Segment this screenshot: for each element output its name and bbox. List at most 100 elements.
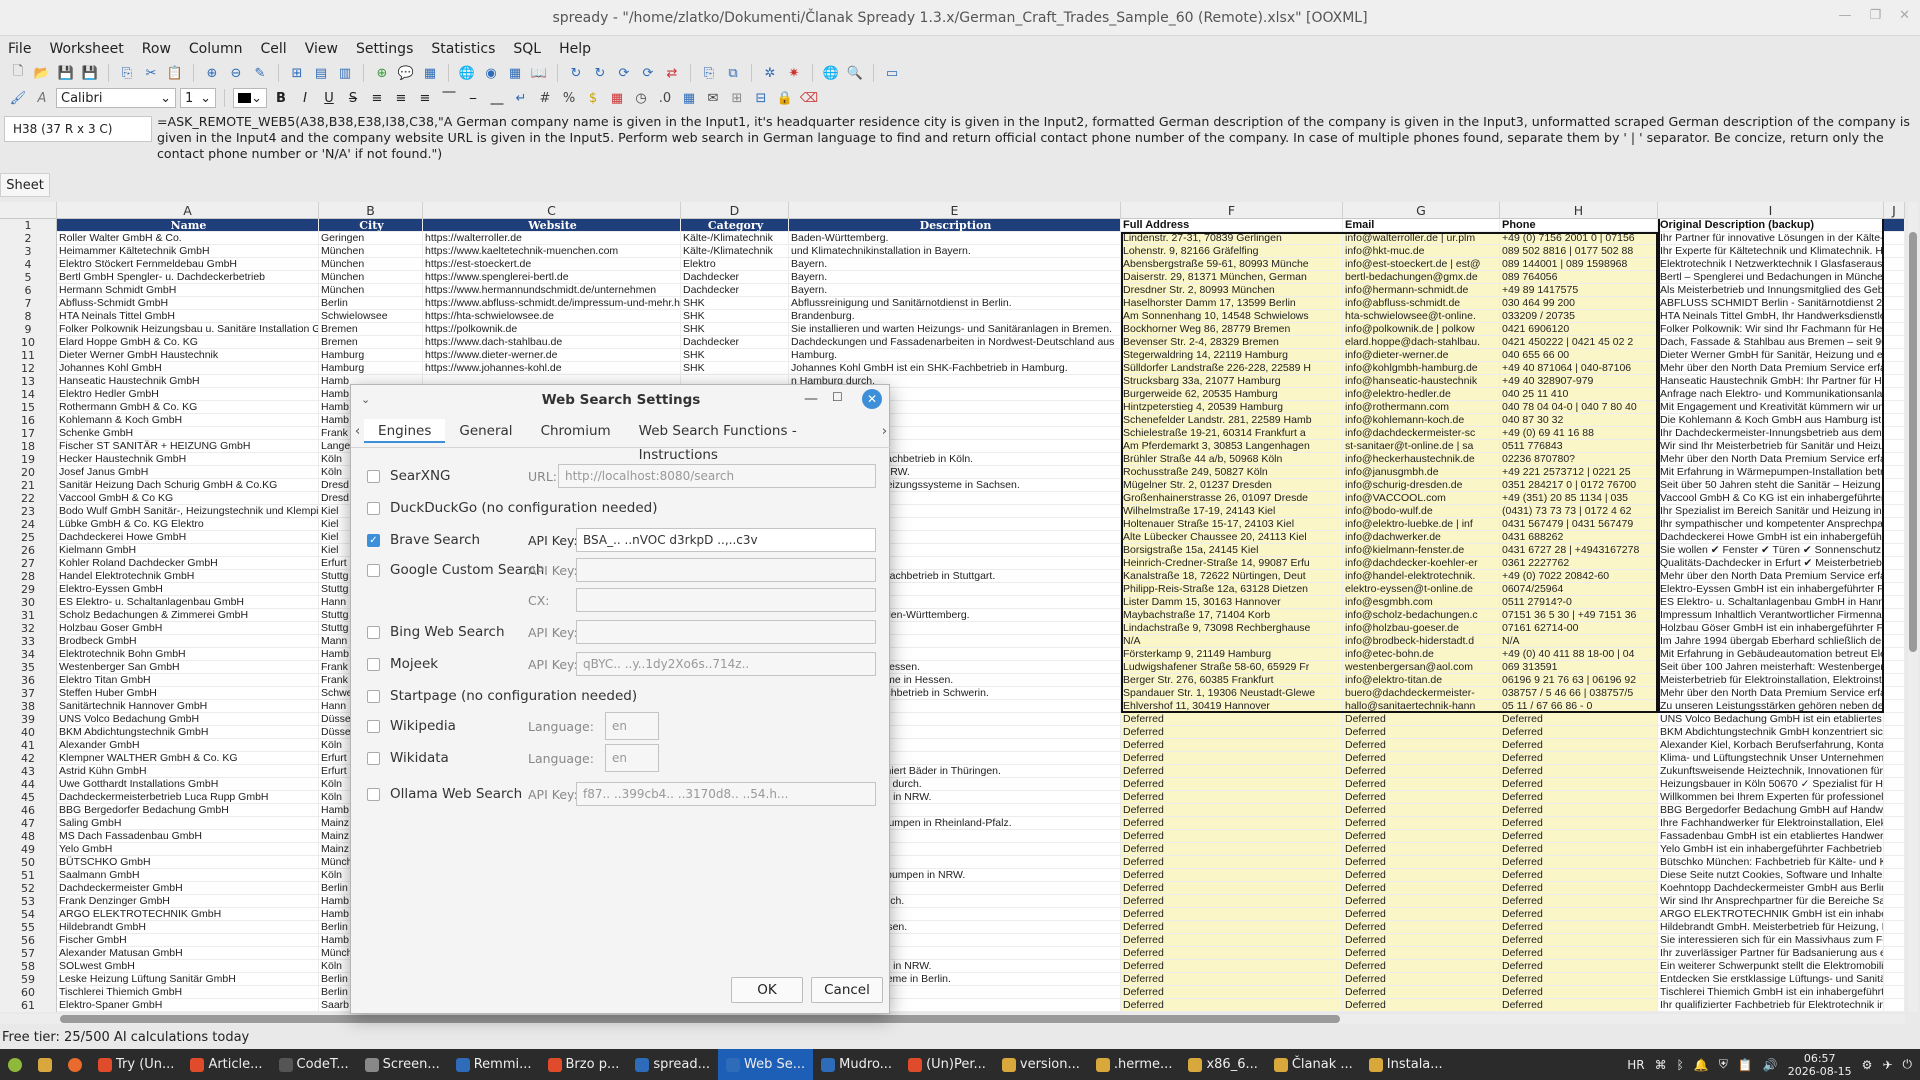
table-cell[interactable]: Folker Polkownik Heizungsbau u. Sanitäre… bbox=[57, 323, 319, 336]
maximize-icon[interactable]: ☐ bbox=[832, 390, 843, 404]
table-cell[interactable]: hallo@sanitaertechnik-hann bbox=[1343, 700, 1500, 713]
table-cell[interactable] bbox=[1884, 271, 1905, 284]
table-cell[interactable]: Sanitär Heizung Dach Schurig GmbH & Co.K… bbox=[57, 479, 319, 492]
update-icon[interactable]: ⟳ bbox=[638, 63, 658, 83]
taskbar-item[interactable]: version... bbox=[994, 1049, 1088, 1080]
table-cell[interactable]: Deferred bbox=[1343, 960, 1500, 973]
table-cell[interactable]: Sülldorfer Landstraße 226-228, 22589 H bbox=[1121, 362, 1343, 375]
table-cell[interactable]: info@etec-bohn.de bbox=[1343, 648, 1500, 661]
time-icon[interactable]: ◷ bbox=[631, 88, 651, 108]
clock[interactable]: 06:57 2026-08-15 bbox=[1788, 1052, 1852, 1078]
row-header[interactable]: 9 bbox=[0, 323, 57, 336]
scroll-thumb[interactable] bbox=[60, 1015, 1340, 1023]
table-cell[interactable]: Deferred bbox=[1500, 726, 1658, 739]
table-cell[interactable]: Elektro Hedler GmbH bbox=[57, 388, 319, 401]
table-cell[interactable]: info@dieter-werner.de bbox=[1343, 349, 1500, 362]
vertical-scrollbar[interactable] bbox=[1908, 202, 1918, 1012]
table-cell[interactable]: Ihr sympathischer und kompetenter Anspre… bbox=[1658, 518, 1884, 531]
table-cell[interactable]: Dachdecker bbox=[681, 284, 789, 297]
table-cell[interactable]: Dachdeckermeisterbetrieb Luca Rupp GmbH bbox=[57, 791, 319, 804]
table-cell[interactable]: Seit über 100 Jahren meisterhaft: Westen… bbox=[1658, 661, 1884, 674]
table-cell[interactable]: info@hermann-schmidt.de bbox=[1343, 284, 1500, 297]
table-cell[interactable]: https://walterroller.de bbox=[423, 232, 681, 245]
table-cell[interactable]: Dachdeckermeister GmbH bbox=[57, 882, 319, 895]
edit-icon[interactable]: ✎ bbox=[250, 63, 270, 83]
table-cell[interactable] bbox=[1884, 362, 1905, 375]
table-cell[interactable]: Borsigstraße 15a, 24145 Kiel bbox=[1121, 544, 1343, 557]
table-cell[interactable]: N/A bbox=[1121, 635, 1343, 648]
table-cell[interactable]: Deferred bbox=[1121, 791, 1343, 804]
table-cell[interactable]: Deferred bbox=[1121, 934, 1343, 947]
row-header[interactable]: 14 bbox=[0, 388, 57, 401]
table-cell[interactable]: Tischlerei Thiemich GmbH ist ein inhaber… bbox=[1658, 986, 1884, 999]
mojeek-api-key-input[interactable]: qBYC.. ..y..1dy2Xo6s..714z.. bbox=[576, 652, 876, 676]
border-icon[interactable]: ⊞ bbox=[727, 88, 747, 108]
table-cell[interactable] bbox=[1884, 596, 1905, 609]
row-header[interactable]: 1 bbox=[0, 219, 57, 232]
table-cell[interactable]: Deferred bbox=[1121, 908, 1343, 921]
table-cell[interactable]: 030 464 99 200 bbox=[1500, 297, 1658, 310]
engine-wikidata[interactable]: Wikidata bbox=[367, 746, 449, 770]
table-cell[interactable]: Scholz Bedachungen & Zimmerei GmbH bbox=[57, 609, 319, 622]
row-header[interactable]: 61 bbox=[0, 999, 57, 1012]
table-cell[interactable] bbox=[1884, 869, 1905, 882]
table-cell[interactable]: Deferred bbox=[1500, 804, 1658, 817]
table-cell[interactable]: https://www.spenglerei-bertl.de bbox=[423, 271, 681, 284]
table-cell[interactable] bbox=[1884, 245, 1905, 258]
table-cell[interactable]: Berger Str. 276, 60385 Frankfurt bbox=[1121, 674, 1343, 687]
table-cell[interactable]: 0511 27914?-0 bbox=[1500, 596, 1658, 609]
table-cell[interactable] bbox=[1884, 752, 1905, 765]
table-cell[interactable]: München bbox=[319, 271, 423, 284]
table-cell[interactable]: 038757 / 5 46 66 | 038757/5 bbox=[1500, 687, 1658, 700]
table-cell[interactable]: Holtenauer Straße 15-17, 24103 Kiel bbox=[1121, 518, 1343, 531]
table-cell[interactable]: 05 11 / 67 66 86 - 0 bbox=[1500, 700, 1658, 713]
minimize-icon[interactable]: — bbox=[804, 391, 818, 407]
row-header[interactable]: 17 bbox=[0, 427, 57, 440]
table-cell[interactable]: Deferred bbox=[1500, 882, 1658, 895]
ok-button[interactable]: OK bbox=[731, 977, 803, 1003]
table-cell[interactable]: und Klimatechnikinstallation in Bayern. bbox=[789, 245, 1121, 258]
table-cell[interactable]: Saling GmbH bbox=[57, 817, 319, 830]
table-cell[interactable]: Deferred bbox=[1343, 726, 1500, 739]
table-cell[interactable]: info@holzbau-goeser.de bbox=[1343, 622, 1500, 635]
row-header[interactable]: 38 bbox=[0, 700, 57, 713]
new-file-icon[interactable]: 🗋 bbox=[8, 63, 28, 83]
table-cell[interactable]: Deferred bbox=[1343, 843, 1500, 856]
table-cell[interactable] bbox=[1884, 375, 1905, 388]
globe-icon[interactable]: 🌐 bbox=[457, 63, 477, 83]
engine-startpage[interactable]: Startpage (no configuration needed) bbox=[367, 684, 637, 708]
menu-row[interactable]: Row bbox=[142, 41, 171, 57]
table-cell[interactable]: 0361 2227762 bbox=[1500, 557, 1658, 570]
table-cell[interactable]: Kohler Roland Dachdecker GmbH bbox=[57, 557, 319, 570]
table-cell[interactable]: info@abfluss-schmidt.de bbox=[1343, 297, 1500, 310]
table-cell[interactable]: Deferred bbox=[1500, 895, 1658, 908]
table-cell[interactable] bbox=[1884, 258, 1905, 271]
table-cell[interactable] bbox=[1884, 882, 1905, 895]
taskbar-item[interactable]: Screen... bbox=[357, 1049, 448, 1080]
taskbar-item[interactable]: Web Se... bbox=[718, 1049, 814, 1080]
table-cell[interactable]: info@dachwerker.de bbox=[1343, 531, 1500, 544]
table-cell[interactable] bbox=[1884, 726, 1905, 739]
table-cell[interactable]: +49 (0) 7022 20842-60 bbox=[1500, 570, 1658, 583]
table-cell[interactable] bbox=[1884, 466, 1905, 479]
table-cell[interactable]: buero@dachdeckermeister- bbox=[1343, 687, 1500, 700]
clipboard-icon[interactable]: 📋 bbox=[1738, 1058, 1753, 1072]
table-cell[interactable]: Lindachstraße 9, 73098 Rechberghause bbox=[1121, 622, 1343, 635]
decimal-icon[interactable]: .0 bbox=[655, 88, 675, 108]
table-cell[interactable] bbox=[1884, 388, 1905, 401]
image-icon[interactable]: ▦ bbox=[420, 63, 440, 83]
table-cell[interactable]: Holzbau Goser GmbH bbox=[57, 622, 319, 635]
brave-api-key-input[interactable]: BSA_.. ..nVOC d3rkpD ..,..c3v bbox=[576, 528, 876, 552]
table-cell[interactable]: ABFLUSS SCHMIDT Berlin - Sanitärnotdiens… bbox=[1658, 297, 1884, 310]
row-header[interactable]: 40 bbox=[0, 726, 57, 739]
maximize-icon[interactable]: ❐ bbox=[1869, 8, 1881, 23]
table-cell[interactable]: Alexander Matusan GmbH bbox=[57, 947, 319, 960]
table-cell[interactable]: Deferred bbox=[1121, 973, 1343, 986]
table-cell[interactable]: Sie interessieren sich für ein Massivhau… bbox=[1658, 934, 1884, 947]
table-cell[interactable]: 069 313591 bbox=[1500, 661, 1658, 674]
table-cell[interactable]: Deferred bbox=[1500, 908, 1658, 921]
row-header[interactable]: 23 bbox=[0, 505, 57, 518]
files-launcher[interactable] bbox=[30, 1049, 60, 1080]
row-header[interactable]: 5 bbox=[0, 271, 57, 284]
add-icon[interactable]: ⊕ bbox=[372, 63, 392, 83]
